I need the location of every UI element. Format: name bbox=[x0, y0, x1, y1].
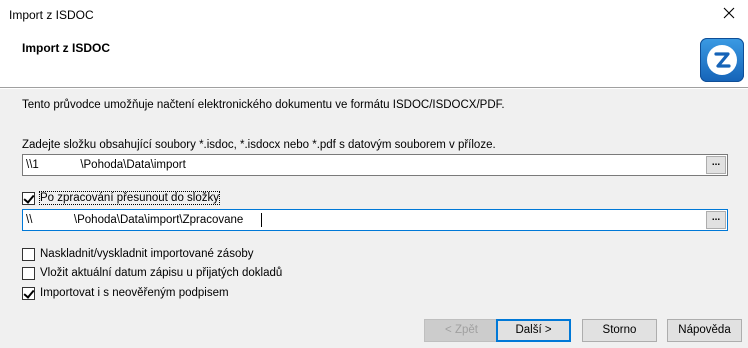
processed-folder-value: \\ \Pohoda\Data\import\Zpracovane bbox=[26, 214, 244, 226]
cancel-button[interactable]: Storno bbox=[582, 319, 657, 342]
help-button[interactable]: Nápověda bbox=[667, 319, 742, 342]
wizard-header: Import z ISDOC bbox=[0, 30, 748, 88]
move-after-processing-label[interactable]: Po zpracování přesunout do složky bbox=[39, 191, 220, 205]
restock-label[interactable]: Naskladnit/vyskladnit importované zásoby bbox=[40, 248, 254, 260]
move-after-processing-checkbox[interactable] bbox=[22, 192, 35, 205]
import-folder-input[interactable]: \\1 \Pohoda\Data\import ... bbox=[22, 154, 728, 176]
restock-checkbox[interactable] bbox=[22, 248, 35, 261]
close-icon[interactable] bbox=[722, 6, 736, 20]
unverified-signature-checkbox[interactable] bbox=[22, 287, 35, 300]
folder-label: Zadejte složku obsahující soubory *.isdo… bbox=[22, 139, 496, 151]
next-button[interactable]: Další > bbox=[496, 319, 571, 342]
intro-text: Tento průvodce umožňuje načtení elektron… bbox=[22, 99, 505, 111]
processed-folder-input[interactable]: \\ \Pohoda\Data\import\Zpracovane ... bbox=[22, 209, 728, 231]
window-title: Import z ISDOC bbox=[9, 8, 94, 22]
back-button[interactable]: < Zpět bbox=[424, 319, 499, 342]
unverified-signature-label[interactable]: Importovat i s neověřeným podpisem bbox=[40, 287, 229, 299]
insert-date-label[interactable]: Vložit aktuální datum zápisu u přijatých… bbox=[40, 267, 282, 279]
page-title: Import z ISDOC bbox=[22, 41, 111, 55]
insert-date-checkbox[interactable] bbox=[22, 267, 35, 280]
text-cursor bbox=[261, 213, 262, 227]
browse-processed-folder-button[interactable]: ... bbox=[706, 211, 726, 229]
title-bar: Import z ISDOC bbox=[0, 0, 748, 30]
pohoda-logo-icon bbox=[700, 38, 744, 82]
wizard-content: Tento průvodce umožňuje načtení elektron… bbox=[0, 89, 748, 348]
import-folder-value: \\1 \Pohoda\Data\import bbox=[26, 159, 186, 171]
browse-import-folder-button[interactable]: ... bbox=[706, 156, 726, 174]
